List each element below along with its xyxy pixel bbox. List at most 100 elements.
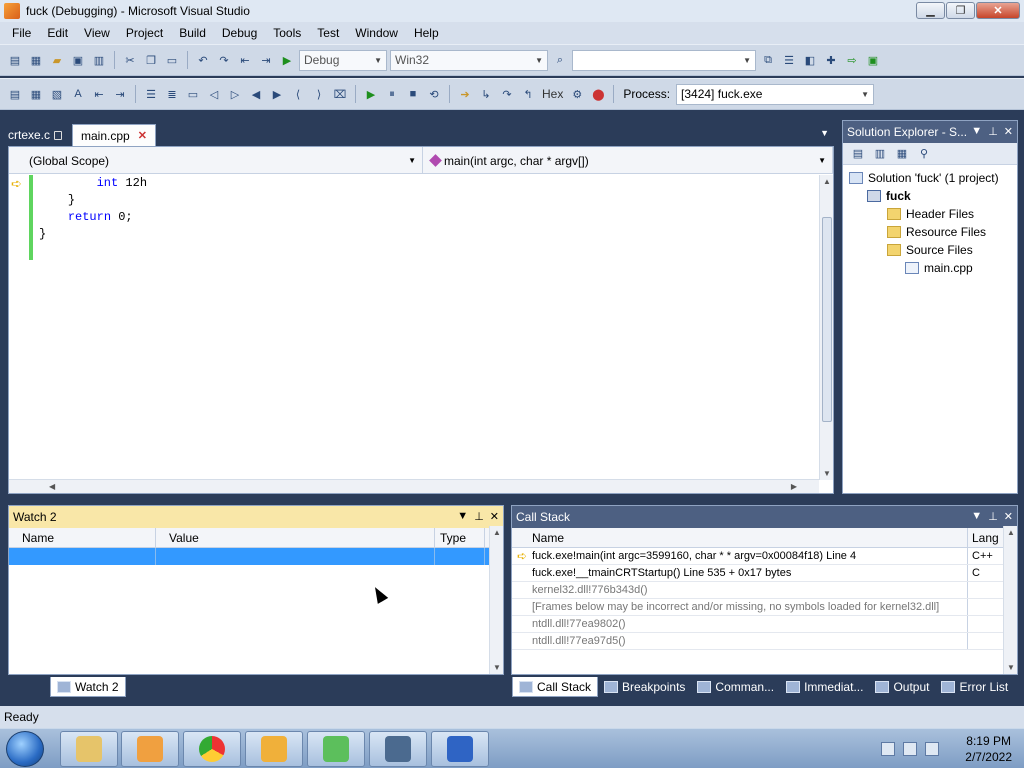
undo-icon[interactable]: ↶ [194,51,212,69]
taskbar-app-blue[interactable] [431,731,489,767]
list-icon[interactable]: ☰ [142,85,160,103]
start-button[interactable] [6,731,44,767]
process-combo[interactable]: [3424] fuck.exe ▼ [676,83,875,105]
outdent-icon[interactable]: ⇤ [90,85,108,103]
column-header-name[interactable]: Name [9,528,156,547]
window-position-icon[interactable]: ▼ [457,510,468,523]
watch-vertical-scrollbar[interactable]: ▲ ▼ [489,526,503,674]
volume-icon[interactable] [925,742,940,756]
watch-cell-type[interactable] [435,548,485,565]
add-item-icon[interactable]: ▦ [27,51,45,69]
tab-watch-2[interactable]: Watch 2 [50,677,126,697]
scroll-up-icon[interactable]: ▲ [823,177,831,186]
window-position-icon[interactable]: ▼ [971,125,982,138]
menu-view[interactable]: View [76,26,118,40]
call-stack-row[interactable]: fuck.exe!__tmainCRTStartup() Line 535 + … [512,565,1017,582]
call-stack-row[interactable]: kernel32.dll!776b343d() [512,582,1017,599]
properties-icon[interactable]: ☰ [780,51,798,69]
scroll-up-icon[interactable]: ▲ [493,528,501,537]
find-combo[interactable]: ▼ [572,49,756,71]
hex-display-toggle[interactable]: Hex [542,87,563,101]
pin-icon[interactable]: ⊥ [988,510,998,523]
tab-immediate-window[interactable]: Immediat... [780,677,869,697]
network-icon[interactable] [903,742,918,756]
close-icon[interactable]: ✕ [490,510,499,523]
call-stack-row[interactable]: ntdll.dll!77ea9802() [512,616,1017,633]
tree-folder-source-files[interactable]: Source Files [849,241,1017,259]
menu-edit[interactable]: Edit [39,26,76,40]
exception-icon[interactable]: ⬤ [589,85,607,103]
scroll-down-icon[interactable]: ▼ [493,663,501,672]
call-stack-row[interactable]: [Frames below may be incorrect and/or mi… [512,599,1017,616]
format-icon[interactable]: ▧ [48,85,66,103]
step-over-icon[interactable]: ↷ [498,85,516,103]
properties-icon[interactable]: ▤ [849,146,867,162]
comment-icon[interactable]: ▤ [6,85,24,103]
next-bookmark-icon[interactable]: ▷ [226,85,244,103]
refresh-icon[interactable]: ▦ [893,146,911,162]
menu-build[interactable]: Build [171,26,214,40]
extension-manager-icon[interactable]: ▣ [864,51,882,69]
start-debugging-icon[interactable]: ▶ [278,51,296,69]
configuration-combo[interactable]: Debug ▼ [299,49,387,71]
menu-project[interactable]: Project [118,26,171,40]
column-header-type[interactable]: Type [435,528,485,547]
restart-icon[interactable]: ⟲ [425,85,443,103]
member-combo[interactable]: main(int argc, char * argv[]) ▼ [423,147,833,174]
open-file-icon[interactable]: ▰ [48,51,66,69]
redo-icon[interactable]: ↷ [215,51,233,69]
clock[interactable]: 8:19 PM 2/7/2022 [965,733,1012,765]
prev-folder-icon[interactable]: ◀ [247,85,265,103]
wrap-icon[interactable]: ≣ [163,85,181,103]
call-stack-vertical-scrollbar[interactable]: ▲ ▼ [1003,526,1017,674]
step-into-icon[interactable]: ↳ [477,85,495,103]
tab-error-list[interactable]: Error List [935,677,1014,697]
object-browser-icon[interactable]: ◧ [801,51,819,69]
tab-list-dropdown-icon[interactable]: ▼ [820,128,829,138]
menu-test[interactable]: Test [309,26,347,40]
window-position-icon[interactable]: ▼ [971,510,982,523]
tree-folder-resource-files[interactable]: Resource Files [849,223,1017,241]
next-doc-icon[interactable]: ⟩ [310,85,328,103]
navigate-backward-icon[interactable]: ⇤ [236,51,254,69]
tree-solution[interactable]: Solution 'fuck' (1 project) [849,169,1017,187]
column-header-lang[interactable]: Lang [968,528,1004,547]
menu-debug[interactable]: Debug [214,26,265,40]
scroll-down-icon[interactable]: ▼ [1007,663,1015,672]
save-all-icon[interactable]: ▥ [90,51,108,69]
toolbox-icon[interactable]: ✚ [822,51,840,69]
copy-icon[interactable]: ❐ [142,51,160,69]
minimize-button[interactable]: ▁ [916,2,945,19]
pin-icon[interactable]: ⊥ [988,125,998,138]
indent-icon[interactable]: ⇥ [111,85,129,103]
code-text-area[interactable]: ➪ int 12h } return 0; } [9,175,819,480]
menu-file[interactable]: File [4,26,39,40]
bookmark-icon[interactable]: ▭ [184,85,202,103]
taskbar-media-player[interactable] [121,731,179,767]
tab-command-window[interactable]: Comman... [691,677,780,697]
pin-icon[interactable]: ⊥ [474,510,484,523]
prev-bookmark-icon[interactable]: ◁ [205,85,223,103]
watch-row-selected[interactable] [9,548,503,565]
menu-tools[interactable]: Tools [265,26,309,40]
prev-doc-icon[interactable]: ⟨ [289,85,307,103]
show-all-files-icon[interactable]: ▥ [871,146,889,162]
close-icon[interactable]: ✕ [1004,125,1013,138]
action-center-icon[interactable] [881,742,896,756]
tree-file-main-cpp[interactable]: main.cpp [849,259,1017,277]
save-icon[interactable]: ▣ [69,51,87,69]
step-out-icon[interactable]: ↰ [519,85,537,103]
menu-window[interactable]: Window [347,26,406,40]
editor-vertical-scrollbar[interactable]: ▲ ▼ [819,175,833,480]
show-next-statement-icon[interactable]: ➔ [456,85,474,103]
uncomment-icon[interactable]: ▦ [27,85,45,103]
navigate-forward-icon[interactable]: ⇥ [257,51,275,69]
taskbar-chrome[interactable] [183,731,241,767]
clear-bookmarks-icon[interactable]: ⌧ [331,85,349,103]
find-in-files-icon[interactable]: ⌕ [551,51,569,69]
tab-main-cpp[interactable]: main.cpp ✕ [72,124,156,146]
scroll-down-icon[interactable]: ▼ [823,469,831,478]
restore-button[interactable]: ❐ [946,2,975,19]
editor-horizontal-scrollbar[interactable]: ◀ ▶ [9,479,819,493]
column-header-value[interactable]: Value [156,528,435,547]
